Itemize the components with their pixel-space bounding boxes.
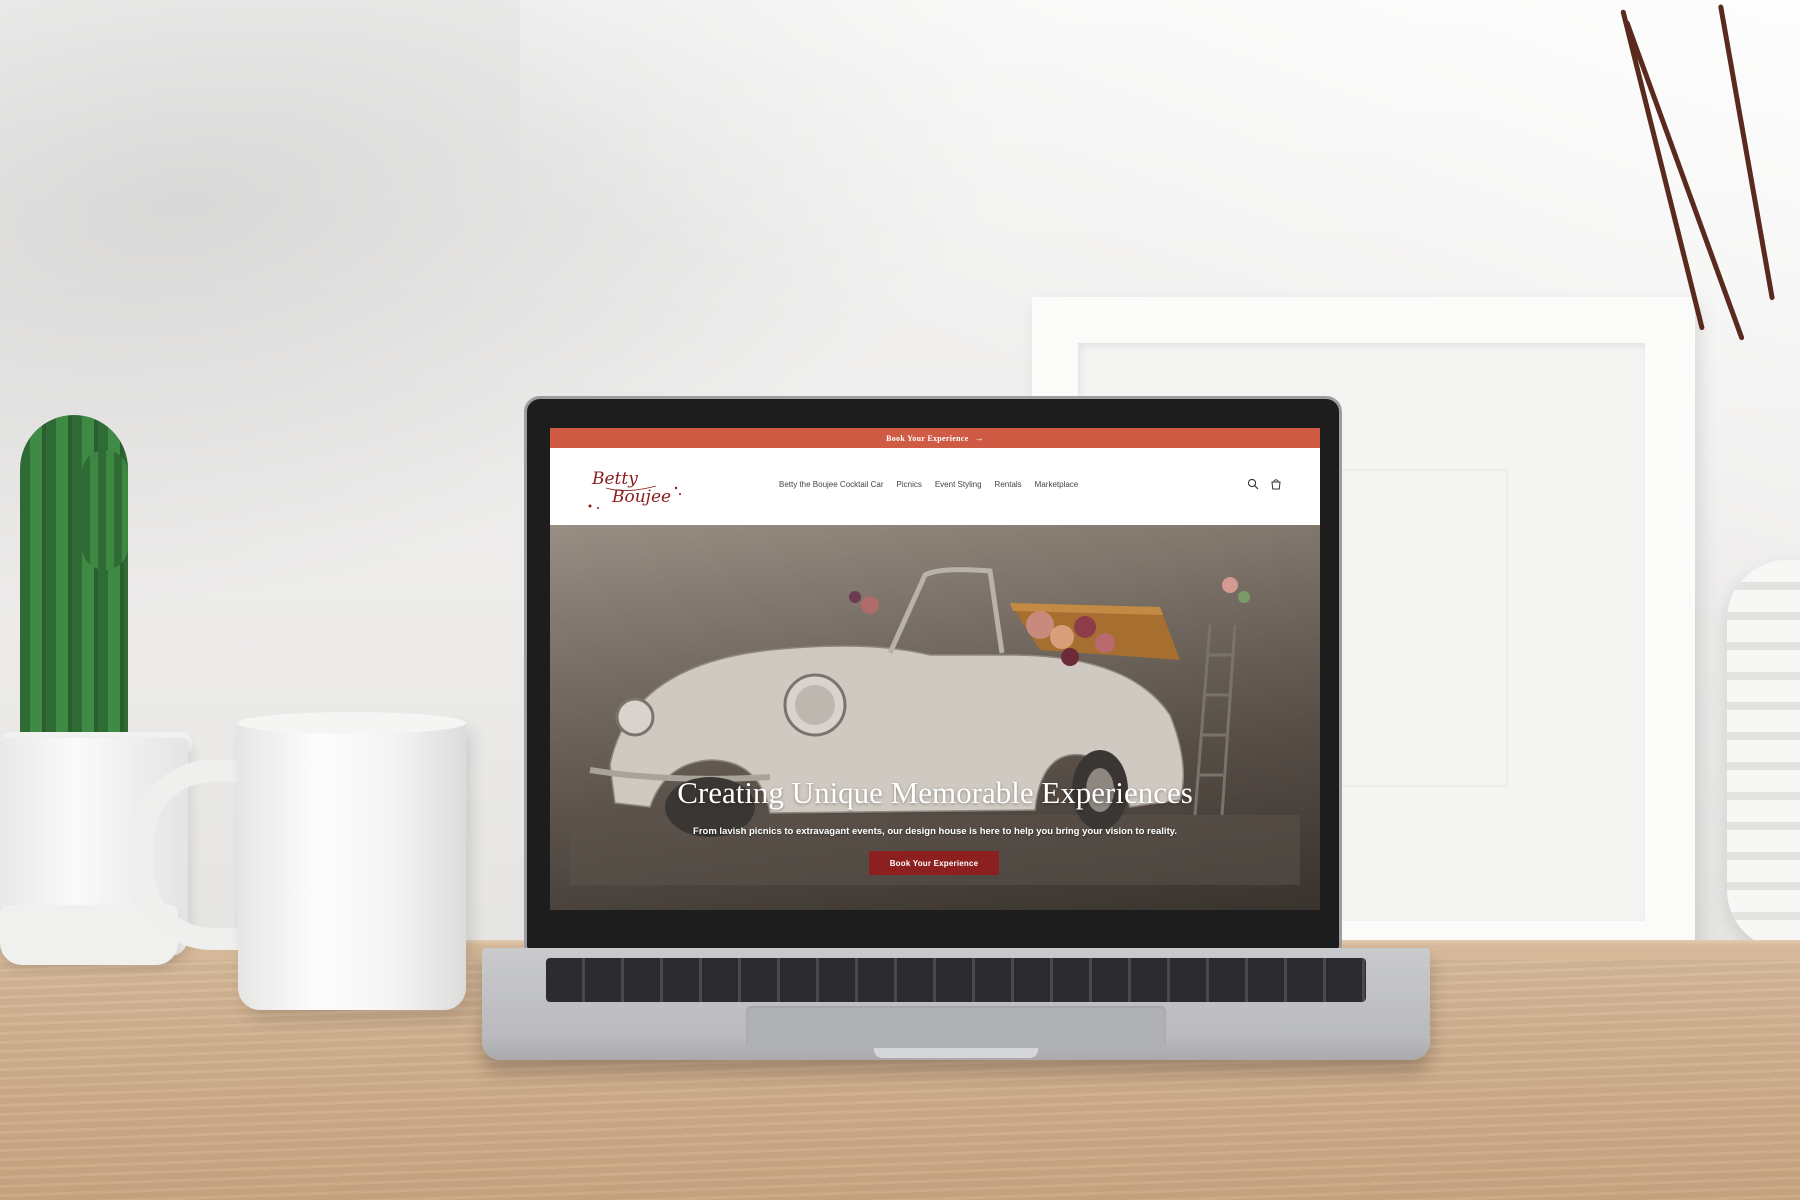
logo-word-boujee: Boujee (611, 487, 671, 507)
vase (1727, 560, 1800, 950)
laptop-keyboard (546, 958, 1366, 1002)
cactus-arm (82, 450, 128, 570)
coffee-mug (238, 720, 466, 1010)
nav-item-cocktail-car[interactable]: Betty the Boujee Cocktail Car (779, 480, 884, 489)
nav-item-event-styling[interactable]: Event Styling (935, 480, 982, 489)
logo[interactable]: Betty Boujee (586, 464, 686, 512)
header-icons (1247, 478, 1282, 490)
book-experience-button[interactable]: Book Your Experience (869, 851, 999, 875)
hero-banner: Creating Unique Memorable Experiences Fr… (550, 525, 1320, 910)
mug-rim (238, 712, 466, 734)
arrow-right-icon: → (974, 432, 984, 443)
site-header: Betty Boujee Betty the Boujee Cocktail C… (550, 448, 1320, 526)
cart-icon[interactable] (1270, 478, 1282, 490)
nav-item-rentals[interactable]: Rentals (995, 480, 1022, 489)
announcement-bar[interactable]: Book Your Experience → (550, 428, 1320, 448)
hero-title: Creating Unique Memorable Experiences (677, 775, 1193, 810)
hero-subtitle: From lavish picnics to extravagant event… (693, 826, 1177, 837)
logo-word-betty: Betty (591, 469, 638, 489)
nav-item-picnics[interactable]: Picnics (897, 480, 922, 489)
laptop-notch (874, 1048, 1038, 1058)
search-icon[interactable] (1247, 478, 1259, 490)
nav-item-marketplace[interactable]: Marketplace (1035, 480, 1079, 489)
announcement-label[interactable]: Book Your Experience (886, 434, 968, 443)
laptop-screen: Book Your Experience → Betty Boujee Bett… (550, 428, 1320, 910)
logo-icon: Betty Boujee (588, 469, 681, 509)
main-nav: Betty the Boujee Cocktail Car Picnics Ev… (779, 480, 1078, 489)
laptop-trackpad (746, 1006, 1166, 1048)
laptop-base (482, 948, 1430, 1060)
